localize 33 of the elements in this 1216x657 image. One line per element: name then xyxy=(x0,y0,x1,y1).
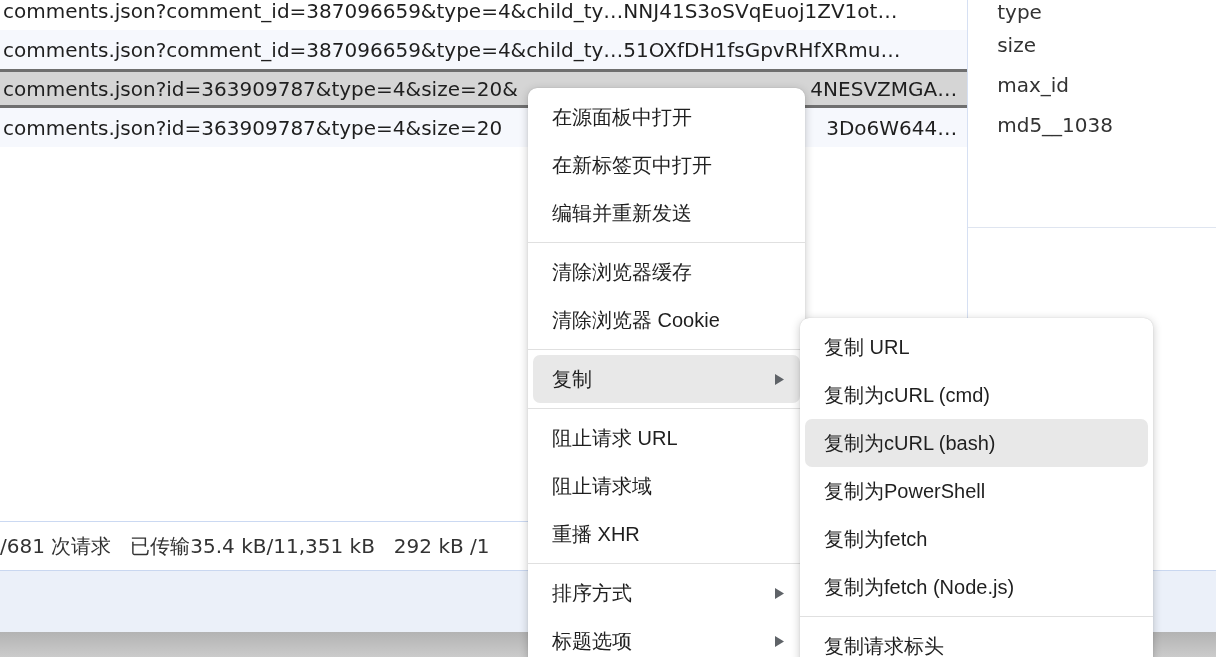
menu-item[interactable]: 阻止请求 URL xyxy=(533,414,800,462)
status-text: 已传输35.4 kB/11,351 kB xyxy=(130,532,375,560)
menu-item[interactable]: 清除浏览器缓存 xyxy=(533,248,800,296)
caret-right-icon xyxy=(775,635,784,647)
status-text: /681 次请求 xyxy=(0,532,112,560)
caret-right-icon xyxy=(775,373,784,385)
menu-item[interactable]: 复制为fetch (Node.js) xyxy=(805,563,1148,611)
menu-item[interactable]: 排序方式 xyxy=(533,569,800,617)
menu-item[interactable]: 复制为fetch xyxy=(805,515,1148,563)
request-row[interactable]: comments.json?comment_id=387096659&type=4&child_ty…51OXfDH1fsGpvRHfXRmu… xyxy=(0,30,968,69)
request-name: comments.json?comment_id=387096659&type=4&child_ty…51OXfDH1fsGpvRHfXRmu… xyxy=(3,37,901,62)
menu-item[interactable]: 重播 XHR xyxy=(533,510,800,558)
menu-item[interactable]: 复制请求标头 xyxy=(805,622,1148,657)
menu-item[interactable]: 清除浏览器 Cookie xyxy=(533,296,800,344)
caret-right-icon xyxy=(775,587,784,599)
request-name-end: 4NESVZMGA… xyxy=(810,76,958,101)
status-text: 292 kB /1 xyxy=(393,534,490,558)
request-name: comments.json?id=363909787&type=4&size=20& xyxy=(3,76,518,101)
menu-item[interactable]: 标题选项 xyxy=(533,617,800,657)
param-name: max_id xyxy=(996,72,1071,99)
request-name: comments.json?id=363909787&type=4&size=20 xyxy=(3,115,503,140)
menu-item[interactable]: 复制 URL xyxy=(805,323,1148,371)
request-name: comments.json?comment_id=387096659&type=4&child_ty…NNJ41S3oSVqEuoj1ZV1ot… xyxy=(3,0,898,23)
param-name: md5__1038 xyxy=(996,112,1114,139)
menu-item[interactable]: 复制为PowerShell xyxy=(805,467,1148,515)
menu-item[interactable]: 编辑并重新发送 xyxy=(533,189,800,237)
param-name: size xyxy=(996,32,1037,59)
param-name: type xyxy=(996,0,1043,25)
menu-item[interactable]: 复制为cURL (cmd) xyxy=(805,371,1148,419)
menu-item[interactable]: 阻止请求域 xyxy=(533,462,800,510)
menu-item[interactable]: 复制 xyxy=(533,355,800,403)
menu-item[interactable]: 复制为cURL (bash) xyxy=(805,419,1148,467)
request-name-end: 3Do6W644… xyxy=(826,115,958,140)
